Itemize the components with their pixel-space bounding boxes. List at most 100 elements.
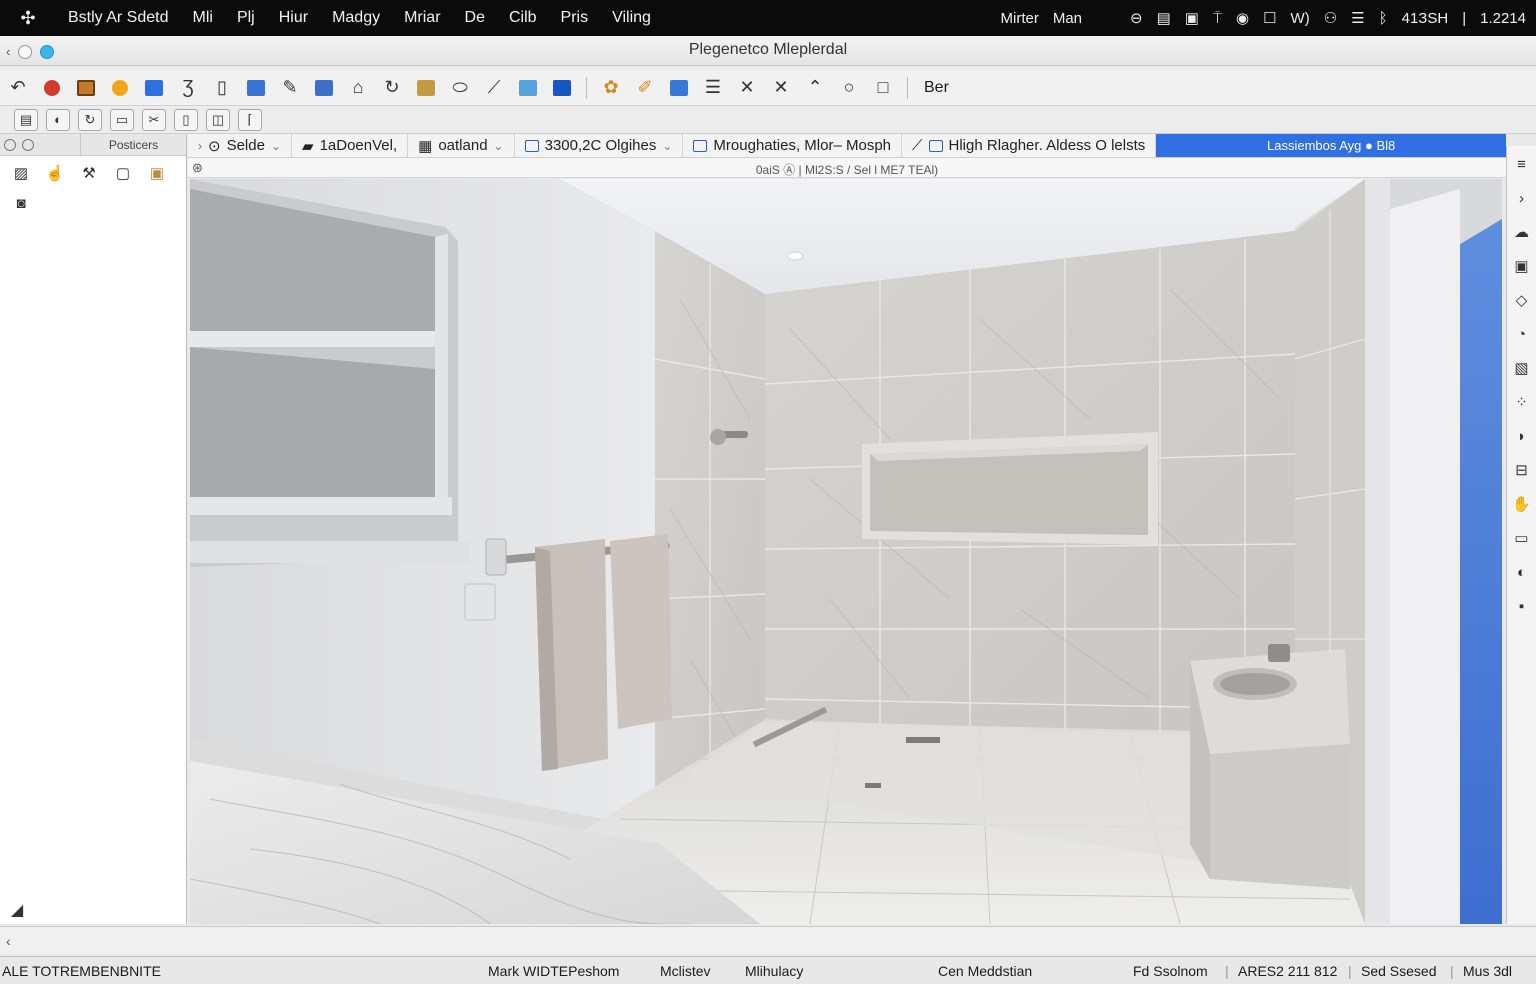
clipboard-icon[interactable]: ▯ [174,108,198,131]
record-tool-icon[interactable] [38,74,66,102]
grid-icon[interactable] [665,74,693,102]
menu-edit[interactable]: Plj [225,9,267,27]
wifi-icon[interactable]: W) [1291,10,1310,27]
status-bar: ALE TOTREMBENBNITE Mark WIDTEPeshom Mcli… [0,956,1536,984]
screen-icon[interactable] [514,74,542,102]
paste-icon[interactable]: ◫ [206,108,230,131]
menu-view[interactable]: Hiur [267,9,320,27]
cloud-icon[interactable]: ☁ [1510,220,1534,244]
house-icon[interactable]: ⌂ [344,74,372,102]
folder-icon[interactable]: ▢ [110,162,136,184]
wrench-icon[interactable]: ⚒ [76,162,102,184]
tab-select[interactable]: › ⊙ Selde ⌄ [188,134,293,157]
cross-icon[interactable]: ✕ [733,74,761,102]
frame-icon[interactable]: ⌈ [238,108,262,131]
antenna-icon[interactable]: ⍑ [1213,10,1222,27]
tab-dimension[interactable]: ▰ 1aDoenVel, [292,134,409,157]
tab-highlighter[interactable]: ⟋ Hligh Rlagher. Aldess O lelsts [902,134,1157,157]
orbit-tool-icon[interactable]: ◔ [1510,322,1534,346]
search-icon[interactable]: ○ [835,74,863,102]
text-tool-icon[interactable]: ☰ [699,74,727,102]
tab-outland[interactable]: ▦ oatland ⌄ [408,134,515,157]
texture-icon[interactable] [412,74,440,102]
bluetooth-icon[interactable]: ᛒ [1379,10,1388,27]
resize-icon[interactable]: ◢ [4,900,30,920]
number-tool-icon[interactable]: Ʒ [174,74,202,102]
tab-morphologies[interactable]: Mroughaties, Mlor– Mosph [683,134,902,157]
push-pull-icon[interactable] [548,74,576,102]
close-x-icon[interactable]: ✕ [767,74,795,102]
tab-angles[interactable]: 3300,2C Olgihes ⌄ [515,134,684,157]
menu-tools[interactable]: Cilb [497,9,549,27]
menu-file[interactable]: Mli [181,9,225,27]
rotate-icon[interactable]: ↻ [378,74,406,102]
camera-small-icon[interactable]: ◙ [8,192,34,214]
menu-mirror[interactable]: Mriar [392,9,452,27]
user-icon[interactable]: ⚇ [1324,9,1337,27]
image-frame-icon[interactable]: ▧ [1510,356,1534,380]
box-icon[interactable]: ☐ [1263,9,1276,27]
date[interactable]: 1.2214 [1480,10,1526,27]
display-icon[interactable]: ▤ [1157,9,1171,27]
camera-icon[interactable]: ▭ [110,108,134,131]
frame-box-icon[interactable]: ▣ [1510,254,1534,278]
list-icon[interactable]: ☰ [1351,9,1364,27]
wall-niche [862,432,1158,545]
menu-model[interactable]: Madgy [320,9,392,27]
panel-close-button[interactable] [4,138,16,151]
tag-icon[interactable]: ⬭ [446,74,474,102]
ruler-icon[interactable]: ⟋ [480,74,508,102]
refresh-icon[interactable]: ↻ [78,108,102,131]
tape-measure-icon[interactable]: ✎ [276,74,304,102]
camera-tool-icon[interactable]: ◐ [1510,560,1534,584]
scroll-left-icon[interactable]: ‹ [6,933,11,949]
eraser-icon[interactable]: ◇ [1510,288,1534,312]
menu-man[interactable]: Man [1053,10,1082,27]
rectangle-icon[interactable]: □ [869,74,897,102]
pencil-icon[interactable]: ✐ [631,74,659,102]
window-icon[interactable]: ▣ [1185,9,1199,27]
tab-grid-icon: ▦ [418,137,433,155]
material-icon[interactable] [72,74,100,102]
print-icon[interactable]: ▤ [14,108,38,131]
image-icon[interactable]: ▣ [144,162,170,184]
tab-active-scene[interactable]: Lassiembos Ayg ● Bl8 [1156,134,1506,157]
document-icon[interactable]: ▯ [208,74,236,102]
record-icon[interactable]: ◉ [1236,9,1249,27]
minus-box-icon[interactable]: ⊟ [1510,458,1534,482]
horizontal-scrollbar[interactable]: ‹ [0,926,1536,954]
menu-app[interactable]: Bstly Ar Sdetd [56,9,181,27]
3d-viewport[interactable] [190,179,1502,924]
record-box-icon[interactable]: ▪ [1510,594,1534,618]
menu-help[interactable]: Viling [600,9,663,27]
apple-icon[interactable]: ✣ [0,8,56,29]
menu-lines-icon[interactable]: ≡ [1510,152,1534,176]
panel-title[interactable]: Posticers [80,133,186,156]
panel-controls [0,138,80,151]
undo-icon[interactable]: ↶ [4,74,32,102]
clock[interactable]: 41ЗSH [1402,10,1449,27]
hand-icon[interactable]: ☝ [42,162,68,184]
bathroom-render[interactable] [190,179,1502,924]
paint-icon[interactable] [106,74,134,102]
component-icon[interactable] [310,74,338,102]
menu-draw[interactable]: De [453,9,497,27]
stripes-icon[interactable]: ▨ [8,162,34,184]
minus-circle-icon[interactable]: ⊖ [1130,9,1143,27]
viewport-info: 0aiS Ⓐ | Ml2S:S / Sel l ME7 TEAl) [755,163,939,177]
folder-tool-icon[interactable]: ▭ [1510,526,1534,550]
paint-bucket-icon[interactable]: ✿ [597,74,625,102]
layer-icon[interactable] [140,74,168,102]
chevron-right-icon[interactable]: › [1510,186,1534,210]
hand-tool-icon[interactable]: ✋ [1510,492,1534,516]
scissors-icon[interactable]: ✂ [142,108,166,131]
panel-collapse-button[interactable] [22,138,34,151]
toolbar-label[interactable]: Ber [924,79,949,97]
caret-up-icon[interactable]: ⌃ [801,74,829,102]
paint-drop-icon[interactable]: ◗ [1510,424,1534,448]
sheet-icon[interactable] [242,74,270,102]
orbit-icon[interactable]: ◐ [46,108,70,131]
menu-window[interactable]: Pris [549,9,601,27]
menu-mirter[interactable]: Mirter [1001,10,1039,27]
footprint-icon[interactable]: ⁘ [1510,390,1534,414]
